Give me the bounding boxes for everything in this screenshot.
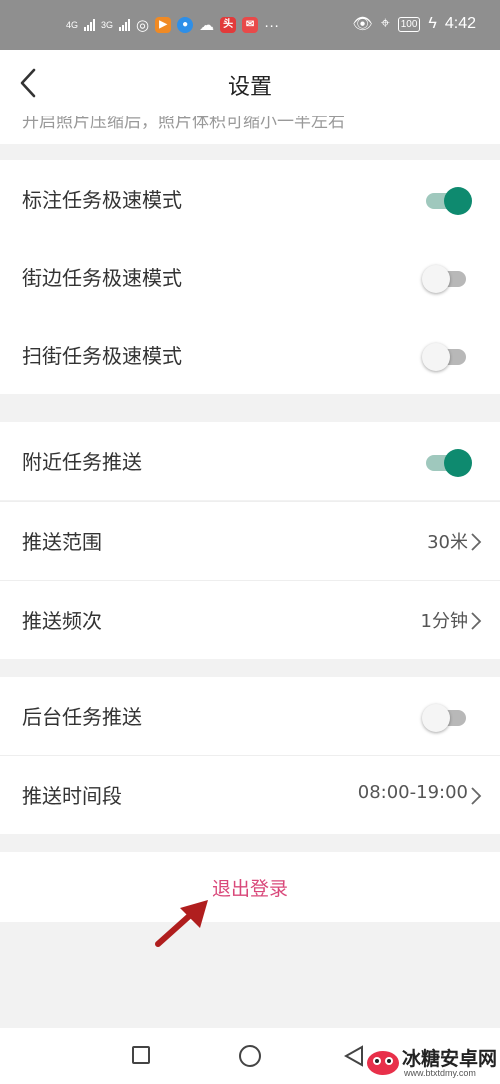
row-value: 08:00-19:00 <box>357 782 468 803</box>
back-triangle-icon[interactable] <box>344 1045 364 1067</box>
logout-button[interactable]: 退出登录 <box>0 874 500 901</box>
settings-row-nearby-push[interactable]: 附近任务推送 <box>0 422 500 500</box>
battery-icon: 100 <box>397 16 421 32</box>
settings-row-push-range[interactable]: 推送范围 30米 <box>0 502 500 580</box>
photo-compress-hint: 开启照片压缩后，照片体积可缩小一半左右 <box>0 116 500 144</box>
status-bar: 4G 3G ◎ ▶ ● ☁ 头 ✉ ··· 👁 ⌖ 100 ϟ 4:42 <box>0 0 500 50</box>
watermark-logo-icon <box>367 1051 399 1075</box>
row-label: 后台任务推送 <box>22 705 142 729</box>
header-bar: 设置 <box>0 50 500 117</box>
settings-row-scan-speed[interactable]: 扫街任务极速模式 <box>0 316 500 394</box>
toggle-switch-on[interactable] <box>422 448 472 477</box>
toggle-switch-on[interactable] <box>422 186 472 215</box>
row-label: 附近任务推送 <box>22 450 142 474</box>
home-icon[interactable] <box>239 1045 261 1067</box>
watermark-url: www.btxtdmy.com <box>404 1068 476 1078</box>
row-label: 标注任务极速模式 <box>22 188 182 212</box>
page-title: 设置 <box>227 75 272 100</box>
eye-icon: 👁 <box>352 16 373 33</box>
toggle-switch-off[interactable] <box>422 342 472 371</box>
hotspot-icon: ◎ <box>136 17 150 34</box>
settings-row-label-speed[interactable]: 标注任务极速模式 <box>0 160 500 238</box>
photo-compress-hint-text: 开启照片压缩后，照片体积可缩小一半左右 <box>22 116 345 132</box>
row-label: 推送时间段 <box>22 784 122 808</box>
news-app-icon: 头 <box>220 17 237 33</box>
location-icon: ⌖ <box>380 15 390 32</box>
settings-row-push-frequency[interactable]: 推送频次 1分钟 <box>0 581 500 659</box>
watermark: 冰糖安卓网 www.btxtdmy.com <box>366 1044 498 1082</box>
chevron-right-icon <box>471 612 482 630</box>
status-left: 4G 3G ◎ ▶ ● ☁ 头 ✉ ··· <box>66 16 280 35</box>
signal-icon-2 <box>119 19 131 31</box>
settings-row-street-speed[interactable]: 街边任务极速模式 <box>0 238 500 316</box>
video-app-icon: ▶ <box>155 17 172 33</box>
row-label: 扫街任务极速模式 <box>22 344 182 368</box>
signal-icon <box>84 19 96 31</box>
row-label: 街边任务极速模式 <box>22 266 182 290</box>
logout-row: 退出登录 <box>0 852 500 922</box>
settings-row-push-time-range[interactable]: 推送时间段 08:00-19:00 <box>0 756 500 834</box>
status-right: 👁 ⌖ 100 ϟ 4:42 <box>352 14 476 34</box>
row-label: 推送频次 <box>22 609 102 633</box>
toggle-switch-off[interactable] <box>422 703 472 732</box>
network-type-1: 4G <box>66 19 79 30</box>
chevron-right-icon <box>471 787 482 805</box>
recent-apps-icon[interactable] <box>132 1046 150 1064</box>
toggle-switch-off[interactable] <box>422 264 472 293</box>
watermark-text: 冰糖安卓网 <box>402 1049 498 1070</box>
row-value: 1分钟 <box>420 611 468 632</box>
row-label: 推送范围 <box>22 530 102 554</box>
charging-icon: ϟ <box>428 15 437 32</box>
wechat-icon: ☁ <box>199 17 215 34</box>
more-notifications: ··· <box>264 16 280 34</box>
network-type-2: 3G <box>101 19 114 30</box>
annotation-arrow-icon <box>155 900 208 947</box>
chevron-right-icon <box>471 533 482 551</box>
mail-app-icon: ✉ <box>242 17 259 33</box>
row-value: 30米 <box>427 532 468 553</box>
browser-app-icon: ● <box>177 17 194 33</box>
settings-row-background-push[interactable]: 后台任务推送 <box>0 677 500 755</box>
clock: 4:42 <box>444 15 476 32</box>
